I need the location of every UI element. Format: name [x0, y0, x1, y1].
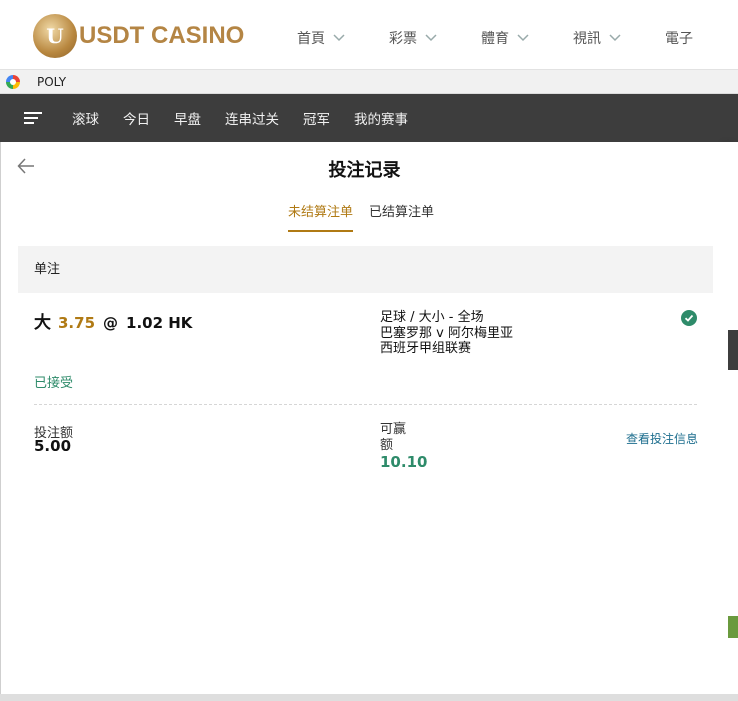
frame-title: POLY: [37, 74, 67, 89]
logo-coin-icon: U: [33, 14, 77, 58]
chevron-down-icon: [517, 34, 529, 42]
background-side-panel: [726, 142, 738, 697]
nav-item-lottery[interactable]: 彩票: [389, 28, 437, 48]
tab-early[interactable]: 早盘: [174, 108, 201, 128]
nav-label: 視訊: [573, 31, 601, 47]
app-icon: [6, 74, 20, 89]
bet-at-symbol: @: [103, 314, 119, 332]
tab-unsettled[interactable]: 未结算注单: [288, 201, 354, 232]
nav-label: 彩票: [389, 31, 417, 47]
nav-label: 首頁: [297, 31, 325, 47]
hamburger-menu-icon[interactable]: [24, 112, 42, 124]
nav-item-home[interactable]: 首頁: [297, 28, 345, 48]
frame-title-bar: POLY: [0, 70, 738, 94]
nav-item-electronic[interactable]: 電子: [665, 28, 693, 48]
tab-my-events[interactable]: 我的赛事: [354, 108, 408, 128]
background-green-block: [728, 616, 738, 638]
nav-item-sports[interactable]: 體育: [481, 28, 529, 48]
tab-in-play[interactable]: 滚球: [72, 108, 99, 128]
site-header: U USDT CASINO 首頁 彩票 體育 視訊 電子: [0, 0, 738, 70]
tab-settled[interactable]: 已结算注单: [369, 201, 434, 232]
tab-parlay[interactable]: 连串过关: [225, 108, 279, 128]
bet-event-info: 足球 / 大小 - 全场 巴塞罗那 v 阿尔梅里亚 西班牙甲组联赛: [380, 310, 513, 357]
section-header-single: 单注: [18, 246, 713, 293]
view-bet-details-link[interactable]: 查看投注信息: [626, 430, 698, 447]
site-nav: 首頁 彩票 體育 視訊 電子: [297, 28, 737, 48]
sports-tabs: 滚球 今日 早盘 连串过关 冠军 我的赛事: [72, 108, 432, 128]
tab-outright[interactable]: 冠军: [303, 108, 330, 128]
nav-label: 體育: [481, 31, 509, 47]
logo-text: USDT CASINO: [79, 22, 245, 49]
bet-history-panel: 投注记录 未结算注单 已结算注单 单注 大 3.75 @ 1.02 HK 足球 …: [0, 142, 727, 694]
potential-win-value: 10.10: [380, 453, 428, 471]
bet-league: 西班牙甲组联赛: [380, 341, 472, 356]
bet-market: 足球 / 大小 - 全场: [380, 310, 484, 325]
bet-status: 已接受: [34, 376, 74, 391]
sports-nav: 滚球 今日 早盘 连串过关 冠军 我的赛事: [0, 94, 738, 142]
stake-value: 5.00: [34, 437, 72, 455]
window-bottom-edge: [0, 694, 738, 701]
bet-pick: 大: [34, 313, 51, 333]
page-title: 投注记录: [328, 160, 401, 181]
chevron-down-icon: [333, 34, 345, 42]
bet-status-tabs: 未结算注单 已结算注单: [288, 201, 434, 232]
check-circle-icon: [681, 310, 697, 326]
bet-odds: 1.02 HK: [126, 314, 193, 332]
site-logo[interactable]: U USDT CASINO: [33, 14, 244, 58]
nav-label: 電子: [665, 31, 693, 47]
tab-today[interactable]: 今日: [123, 108, 150, 128]
background-dark-block: [728, 330, 738, 370]
bet-match: 巴塞罗那 v 阿尔梅里亚: [380, 325, 513, 341]
bet-selection: 大 3.75 @ 1.02 HK: [34, 308, 192, 333]
chevron-down-icon: [609, 34, 621, 42]
chevron-down-icon: [425, 34, 437, 42]
bet-handicap-line: 3.75: [58, 314, 96, 332]
dashed-divider: [34, 404, 697, 405]
potential-win-label: 可赢额: [380, 422, 407, 453]
nav-item-live[interactable]: 視訊: [573, 28, 621, 48]
